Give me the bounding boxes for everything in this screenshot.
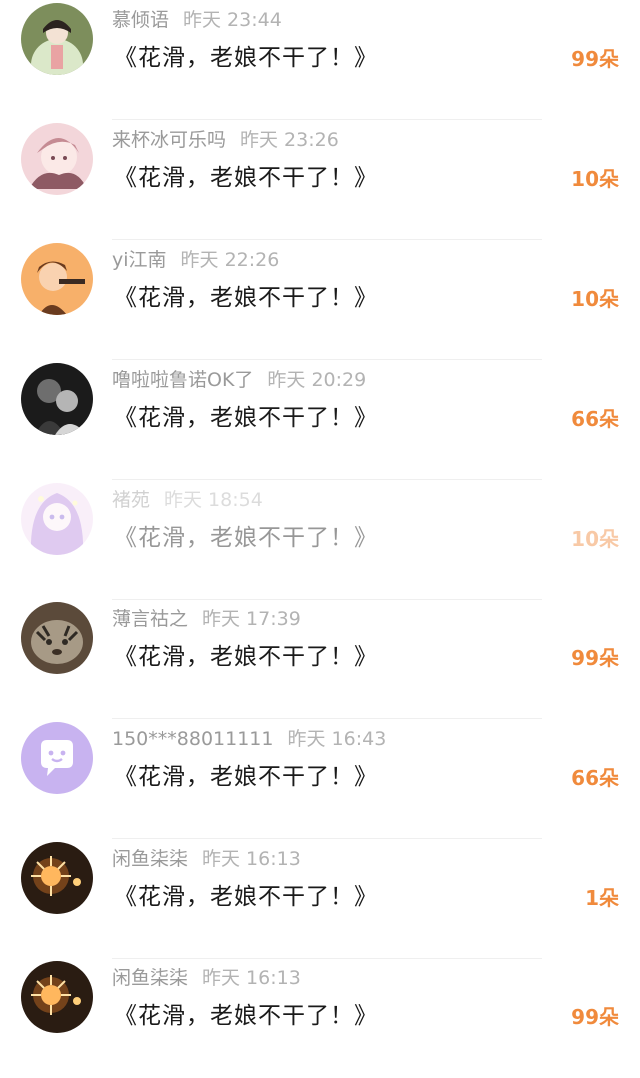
avatar-sparkler-night-icon xyxy=(21,961,93,1033)
list-item[interactable]: 闲鱼柒柒 昨天 16:13 《花滑，老娘不干了！》 99朵 xyxy=(0,958,640,1078)
gift-message: 《花滑，老娘不干了！》 xyxy=(114,644,378,670)
timestamp: 昨天 22:26 xyxy=(180,249,280,271)
list-item[interactable]: yi江南 昨天 22:26 《花滑，老娘不干了！》 10朵 xyxy=(0,240,640,360)
gift-message: 《花滑，老娘不干了！》 xyxy=(114,285,378,311)
avatar-girl-hanfu-icon xyxy=(21,3,93,75)
avatar-cartoon-boy-orange-icon xyxy=(21,243,93,315)
sender-name: 闲鱼柒柒 昨天 16:13 xyxy=(112,967,301,989)
timestamp: 昨天 16:13 xyxy=(202,967,301,989)
timestamp: 昨天 20:29 xyxy=(267,369,367,391)
sender-name: 来杯冰可乐吗 昨天 23:26 xyxy=(112,129,339,151)
flower-count: 10朵 xyxy=(571,167,619,191)
list-item[interactable]: 噜啦啦鲁诺OK了 昨天 20:29 《花滑，老娘不干了！》 66朵 xyxy=(0,360,640,480)
avatar-anime-girl-pink-icon xyxy=(21,123,93,195)
timestamp: 昨天 23:44 xyxy=(183,9,282,31)
avatar[interactable] xyxy=(21,363,93,435)
list-item[interactable]: 褚苑 昨天 18:54 《花滑，老娘不干了！》 10朵 xyxy=(0,480,640,600)
list-item[interactable]: 闲鱼柒柒 昨天 16:13 《花滑，老娘不干了！》 1朵 xyxy=(0,839,640,959)
gift-record-list: 慕倾语 昨天 23:44 《花滑，老娘不干了！》 99朵 来杯冰可乐吗 昨天 23:… xyxy=(0,0,640,1052)
avatar-default-chat-bubble-icon xyxy=(21,722,93,794)
flower-count: 99朵 xyxy=(571,646,619,670)
avatar[interactable] xyxy=(21,842,93,914)
list-item[interactable]: 慕倾语 昨天 23:44 《花滑，老娘不干了！》 99朵 xyxy=(0,0,640,120)
sender-name: 闲鱼柒柒 昨天 16:13 xyxy=(112,848,301,870)
gift-message: 《花滑，老娘不干了！》 xyxy=(114,165,378,191)
list-item[interactable]: 来杯冰可乐吗 昨天 23:26 《花滑，老娘不干了！》 10朵 xyxy=(0,120,640,240)
gift-message: 《花滑，老娘不干了！》 xyxy=(114,405,378,431)
avatar-sparkler-night-icon xyxy=(21,842,93,914)
sender-name: 薄言祜之 昨天 17:39 xyxy=(112,608,301,630)
gift-message: 《花滑，老娘不干了！》 xyxy=(114,1003,378,1029)
flower-count: 66朵 xyxy=(571,766,619,790)
sender-name: yi江南 昨天 22:26 xyxy=(112,249,280,271)
list-item[interactable]: 薄言祜之 昨天 17:39 《花滑，老娘不干了！》 99朵 xyxy=(0,599,640,719)
avatar[interactable] xyxy=(21,123,93,195)
sender-name: 150***88011111 昨天 16:43 xyxy=(112,728,387,750)
flower-count: 99朵 xyxy=(571,1005,619,1029)
timestamp: 昨天 23:26 xyxy=(240,129,339,151)
gift-message: 《花滑，老娘不干了！》 xyxy=(114,764,378,790)
avatar[interactable] xyxy=(21,3,93,75)
avatar[interactable] xyxy=(21,243,93,315)
flower-count: 10朵 xyxy=(571,287,619,311)
flower-count: 99朵 xyxy=(571,47,619,71)
gift-message: 《花滑，老娘不干了！》 xyxy=(114,884,378,910)
avatar[interactable] xyxy=(21,602,93,674)
flower-count: 10朵 xyxy=(571,527,619,551)
sender-name: 噜啦啦鲁诺OK了 昨天 20:29 xyxy=(112,369,367,391)
timestamp: 昨天 16:43 xyxy=(287,728,387,750)
avatar-couple-dark-icon xyxy=(21,363,93,435)
flower-count: 1朵 xyxy=(585,886,619,910)
avatar[interactable] xyxy=(21,722,93,794)
timestamp: 昨天 18:54 xyxy=(164,489,263,511)
avatar-anime-purple-hair-icon xyxy=(21,483,93,555)
sender-name: 褚苑 昨天 18:54 xyxy=(112,489,263,511)
avatar[interactable] xyxy=(21,961,93,1033)
timestamp: 昨天 17:39 xyxy=(202,608,301,630)
sender-name: 慕倾语 昨天 23:44 xyxy=(112,9,282,31)
gift-message: 《花滑，老娘不干了！》 xyxy=(114,45,378,71)
list-item[interactable]: 150***88011111 昨天 16:43 《花滑，老娘不干了！》 66朵 xyxy=(0,719,640,839)
timestamp: 昨天 16:13 xyxy=(202,848,301,870)
avatar[interactable] xyxy=(21,483,93,555)
avatar-tiger-cub-icon xyxy=(21,602,93,674)
gift-message: 《花滑，老娘不干了！》 xyxy=(114,525,378,551)
flower-count: 66朵 xyxy=(571,407,619,431)
